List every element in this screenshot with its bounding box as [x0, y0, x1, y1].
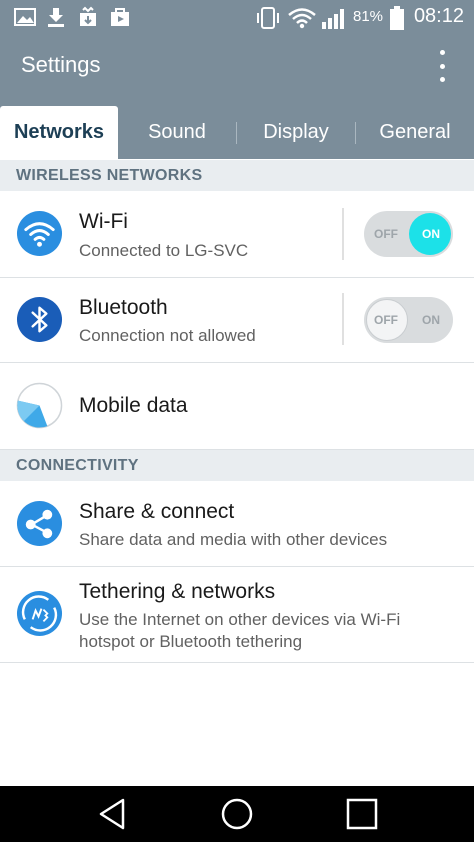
row-title: Tethering & networks [79, 580, 276, 603]
gallery-icon [14, 8, 36, 26]
section-header-connectivity: CONNECTIVITY [0, 450, 474, 481]
settings-row-mobile-data[interactable]: Mobile data [0, 363, 474, 450]
section-header-label: CONNECTIVITY [16, 457, 139, 474]
section-header-label: WIRELESS NETWORKS [16, 167, 203, 184]
row-title: Share & connect [79, 500, 235, 523]
recents-icon [346, 798, 378, 830]
tab-bar: Networks Sound Display General [0, 96, 474, 159]
row-subtitle: Use the Internet on other devices via Wi… [79, 610, 401, 651]
share-icon [16, 500, 63, 547]
toggle-on-label: ON [422, 227, 440, 241]
row-title: Bluetooth [79, 296, 168, 319]
clock: 08:12 [413, 5, 464, 27]
play-store-icon [111, 8, 129, 26]
tethering-icon [16, 590, 63, 637]
home-button[interactable] [207, 794, 267, 834]
bluetooth-toggle[interactable]: OFF ON [364, 297, 453, 343]
page-title: Settings [21, 52, 101, 77]
settings-row-share-connect[interactable]: Share & connect Share data and media wit… [0, 481, 474, 567]
home-icon [221, 798, 253, 830]
overflow-menu-icon[interactable] [430, 50, 454, 82]
status-bar: 81% 08:12 [0, 0, 474, 36]
battery-icon [390, 6, 404, 30]
row-subtitle: Connection not allowed [79, 326, 256, 345]
settings-row-bluetooth[interactable]: Bluetooth Connection not allowed OFF ON [0, 278, 474, 363]
wifi-icon [16, 210, 63, 257]
back-icon [99, 798, 125, 830]
tab-general[interactable]: General [356, 106, 474, 159]
section-header-wireless: WIRELESS NETWORKS [0, 160, 474, 191]
store-icon [80, 6, 96, 26]
wifi-toggle[interactable]: OFF ON [364, 211, 453, 257]
toggle-off-label: OFF [374, 313, 398, 327]
vibrate-icon [257, 7, 279, 29]
tab-sound[interactable]: Sound [118, 106, 236, 159]
settings-row-tethering[interactable]: Tethering & networks Use the Internet on… [0, 567, 474, 663]
divider [342, 208, 344, 260]
tab-networks[interactable]: Networks [0, 106, 118, 159]
tab-display[interactable]: Display [237, 106, 355, 159]
row-subtitle: Connected to LG-SVC [79, 241, 249, 260]
wifi-icon [288, 8, 316, 29]
recents-button[interactable] [332, 794, 392, 834]
back-button[interactable] [82, 794, 142, 834]
mobile-data-icon [16, 382, 63, 429]
battery-percent: 81% [353, 8, 384, 25]
row-subtitle: Share data and media with other devices [79, 530, 388, 549]
settings-row-wifi[interactable]: Wi-Fi Connected to LG-SVC OFF ON [0, 191, 474, 278]
signal-icon [322, 9, 344, 29]
navigation-bar [0, 786, 474, 842]
download-icon [48, 8, 64, 27]
divider [342, 293, 344, 345]
bluetooth-icon [16, 296, 63, 343]
row-title: Wi-Fi [79, 210, 128, 233]
toggle-off-label: OFF [374, 227, 398, 241]
app-bar: Settings [0, 36, 474, 96]
toggle-on-label: ON [422, 313, 440, 327]
row-title: Mobile data [79, 394, 188, 417]
